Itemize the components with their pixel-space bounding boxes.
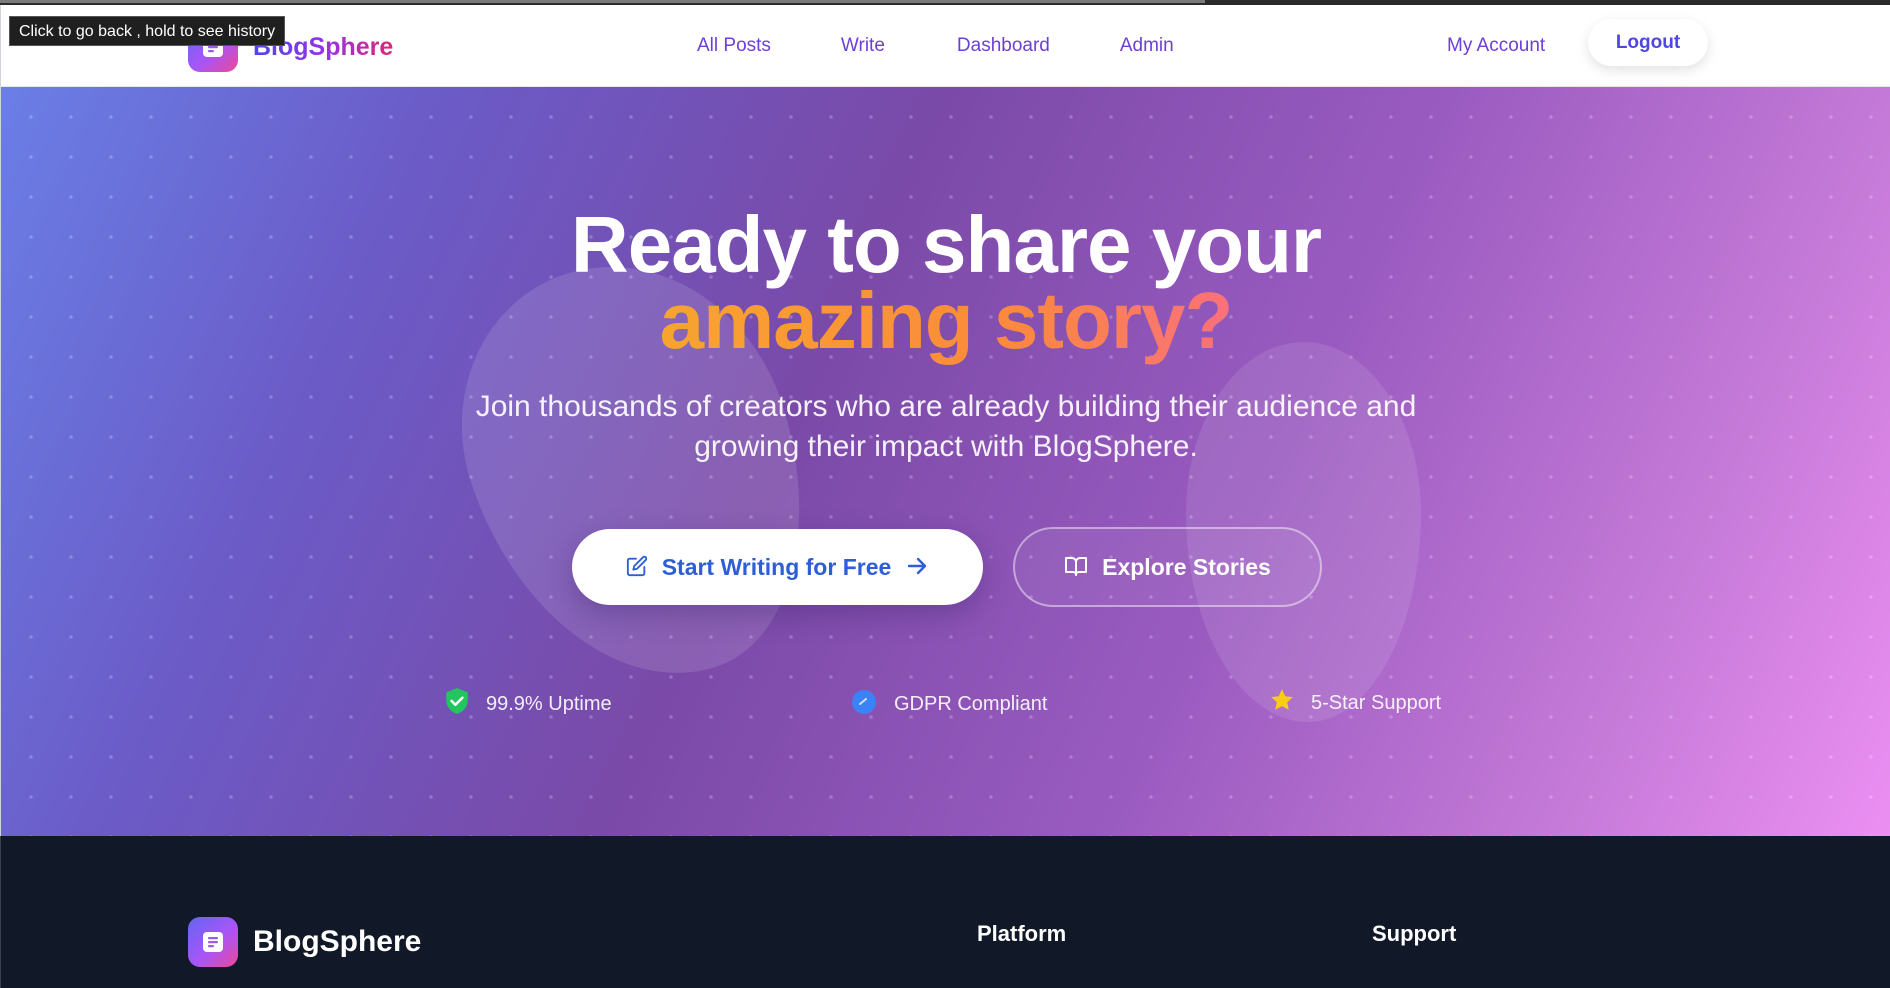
feature-uptime: 99.9% Uptime [444,687,612,721]
nav-link-write[interactable]: Write [841,35,885,57]
footer-brand-name: BlogSphere [253,925,422,958]
cta-hero-section: Ready to share your amazing story? Join … [0,87,1890,836]
back-button-tooltip: Click to go back , hold to see history [9,16,286,46]
logout-button[interactable]: Logout [1588,19,1708,66]
explore-stories-label: Explore Stories [1102,553,1271,580]
footer-heading-support: Support [1372,921,1457,946]
feature-uptime-label: 99.9% Uptime [486,692,612,715]
edit-icon [626,555,648,580]
start-writing-button[interactable]: Start Writing for Free [572,529,983,605]
explore-stories-button[interactable]: Explore Stories [1013,527,1322,607]
hero-heading: Ready to share your amazing story? [1,205,1890,361]
feature-support-label: 5-Star Support [1311,691,1442,714]
open-book-icon [1064,554,1088,581]
feature-gdpr-label: GDPR Compliant [894,692,1048,715]
blog-logo-icon [188,917,238,967]
my-account-link[interactable]: My Account [1447,35,1545,57]
hero-heading-accent: amazing story? [659,276,1234,365]
start-writing-label: Start Writing for Free [661,553,892,580]
primary-nav: All Posts Write Dashboard Admin [697,35,1244,57]
gdpr-badge-icon [850,687,878,721]
page-load-bar [0,0,1205,3]
arrow-right-icon [905,554,929,581]
footer-brand[interactable]: BlogSphere [188,917,421,967]
footer-heading-platform: Platform [977,921,1067,946]
hero-subtitle: Join thousands of creators who are alrea… [475,390,1417,463]
feature-support: 5-Star Support [1269,687,1441,719]
star-icon [1269,687,1295,719]
site-footer: BlogSphere Platform Support [0,836,1890,988]
shield-check-icon [444,687,470,721]
feature-gdpr: GDPR Compliant [850,687,1047,721]
nav-link-all-posts[interactable]: All Posts [697,35,771,57]
nav-link-admin[interactable]: Admin [1120,35,1174,57]
nav-link-dashboard[interactable]: Dashboard [957,35,1050,57]
